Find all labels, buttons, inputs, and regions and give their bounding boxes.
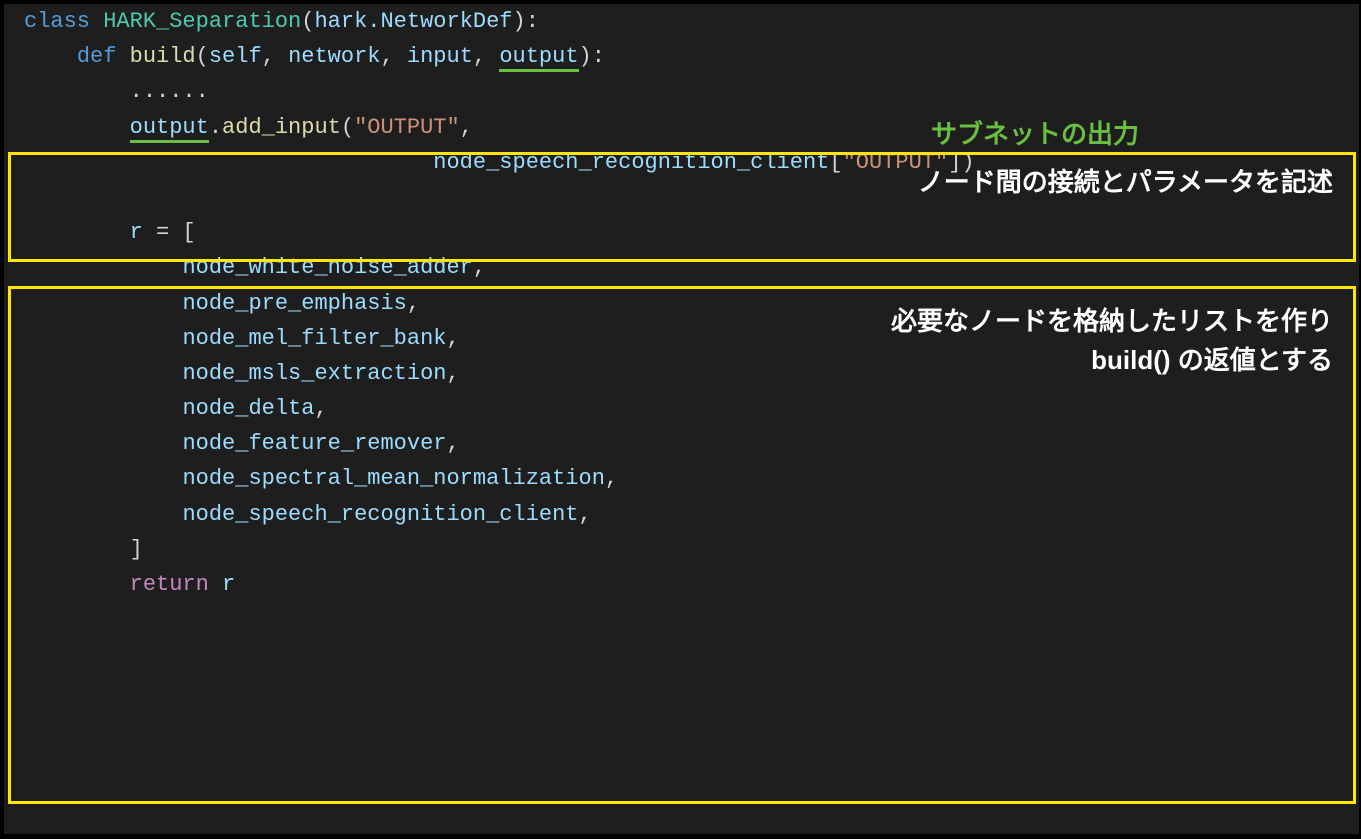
code-line-4: output.add_input("OUTPUT",: [4, 110, 1359, 145]
var-white-noise-adder: node_white_noise_adder: [182, 255, 472, 280]
output-underlined: output: [130, 115, 209, 143]
code-line-7: r = [: [4, 215, 1359, 250]
keyword-return: return: [130, 572, 209, 597]
base-class: hark.NetworkDef: [314, 9, 512, 34]
code-line-14: node_spectral_mean_normalization,: [4, 461, 1359, 496]
annotation-node-connection: ノード間の接続とパラメータを記述: [918, 162, 1333, 204]
method-add-input: add_input: [222, 115, 341, 140]
code-line-17: return r: [4, 567, 1359, 602]
code-line-16: ]: [4, 532, 1359, 567]
var-feature-remover: node_feature_remover: [182, 431, 446, 456]
var-speech-recognition: node_speech_recognition_client: [433, 150, 829, 175]
param-output-underlined: output: [499, 44, 578, 72]
var-delta: node_delta: [182, 396, 314, 421]
var-spectral-mean-normalization: node_spectral_mean_normalization: [182, 466, 604, 491]
code-line-8: node_white_noise_adder,: [4, 250, 1359, 285]
class-name: HARK_Separation: [103, 9, 301, 34]
var-pre-emphasis: node_pre_emphasis: [182, 291, 406, 316]
code-line-13: node_feature_remover,: [4, 426, 1359, 461]
code-line-1: class HARK_Separation(hark.NetworkDef):: [4, 4, 1359, 39]
ellipsis: ......: [130, 79, 209, 104]
keyword-class: class: [24, 9, 90, 34]
function-name: build: [130, 44, 196, 69]
annotation-node-list: 必要なノードを格納したリストを作りbuild() の返値とする: [891, 302, 1333, 380]
code-block: class HARK_Separation(hark.NetworkDef): …: [3, 3, 1360, 835]
var-mel-filter-bank: node_mel_filter_bank: [182, 326, 446, 351]
code-line-3: ......: [4, 74, 1359, 109]
code-line-15: node_speech_recognition_client,: [4, 497, 1359, 532]
annotation-subnet-output: サブネットの出力: [931, 114, 1139, 156]
keyword-def: def: [77, 44, 117, 69]
string-output: "OUTPUT": [354, 115, 460, 140]
code-line-12: node_delta,: [4, 391, 1359, 426]
code-line-2: def build(self, network, input, output):: [4, 39, 1359, 74]
var-r: r: [130, 220, 143, 245]
var-speech-recognition-client: node_speech_recognition_client: [182, 502, 578, 527]
var-msls-extraction: node_msls_extraction: [182, 361, 446, 386]
